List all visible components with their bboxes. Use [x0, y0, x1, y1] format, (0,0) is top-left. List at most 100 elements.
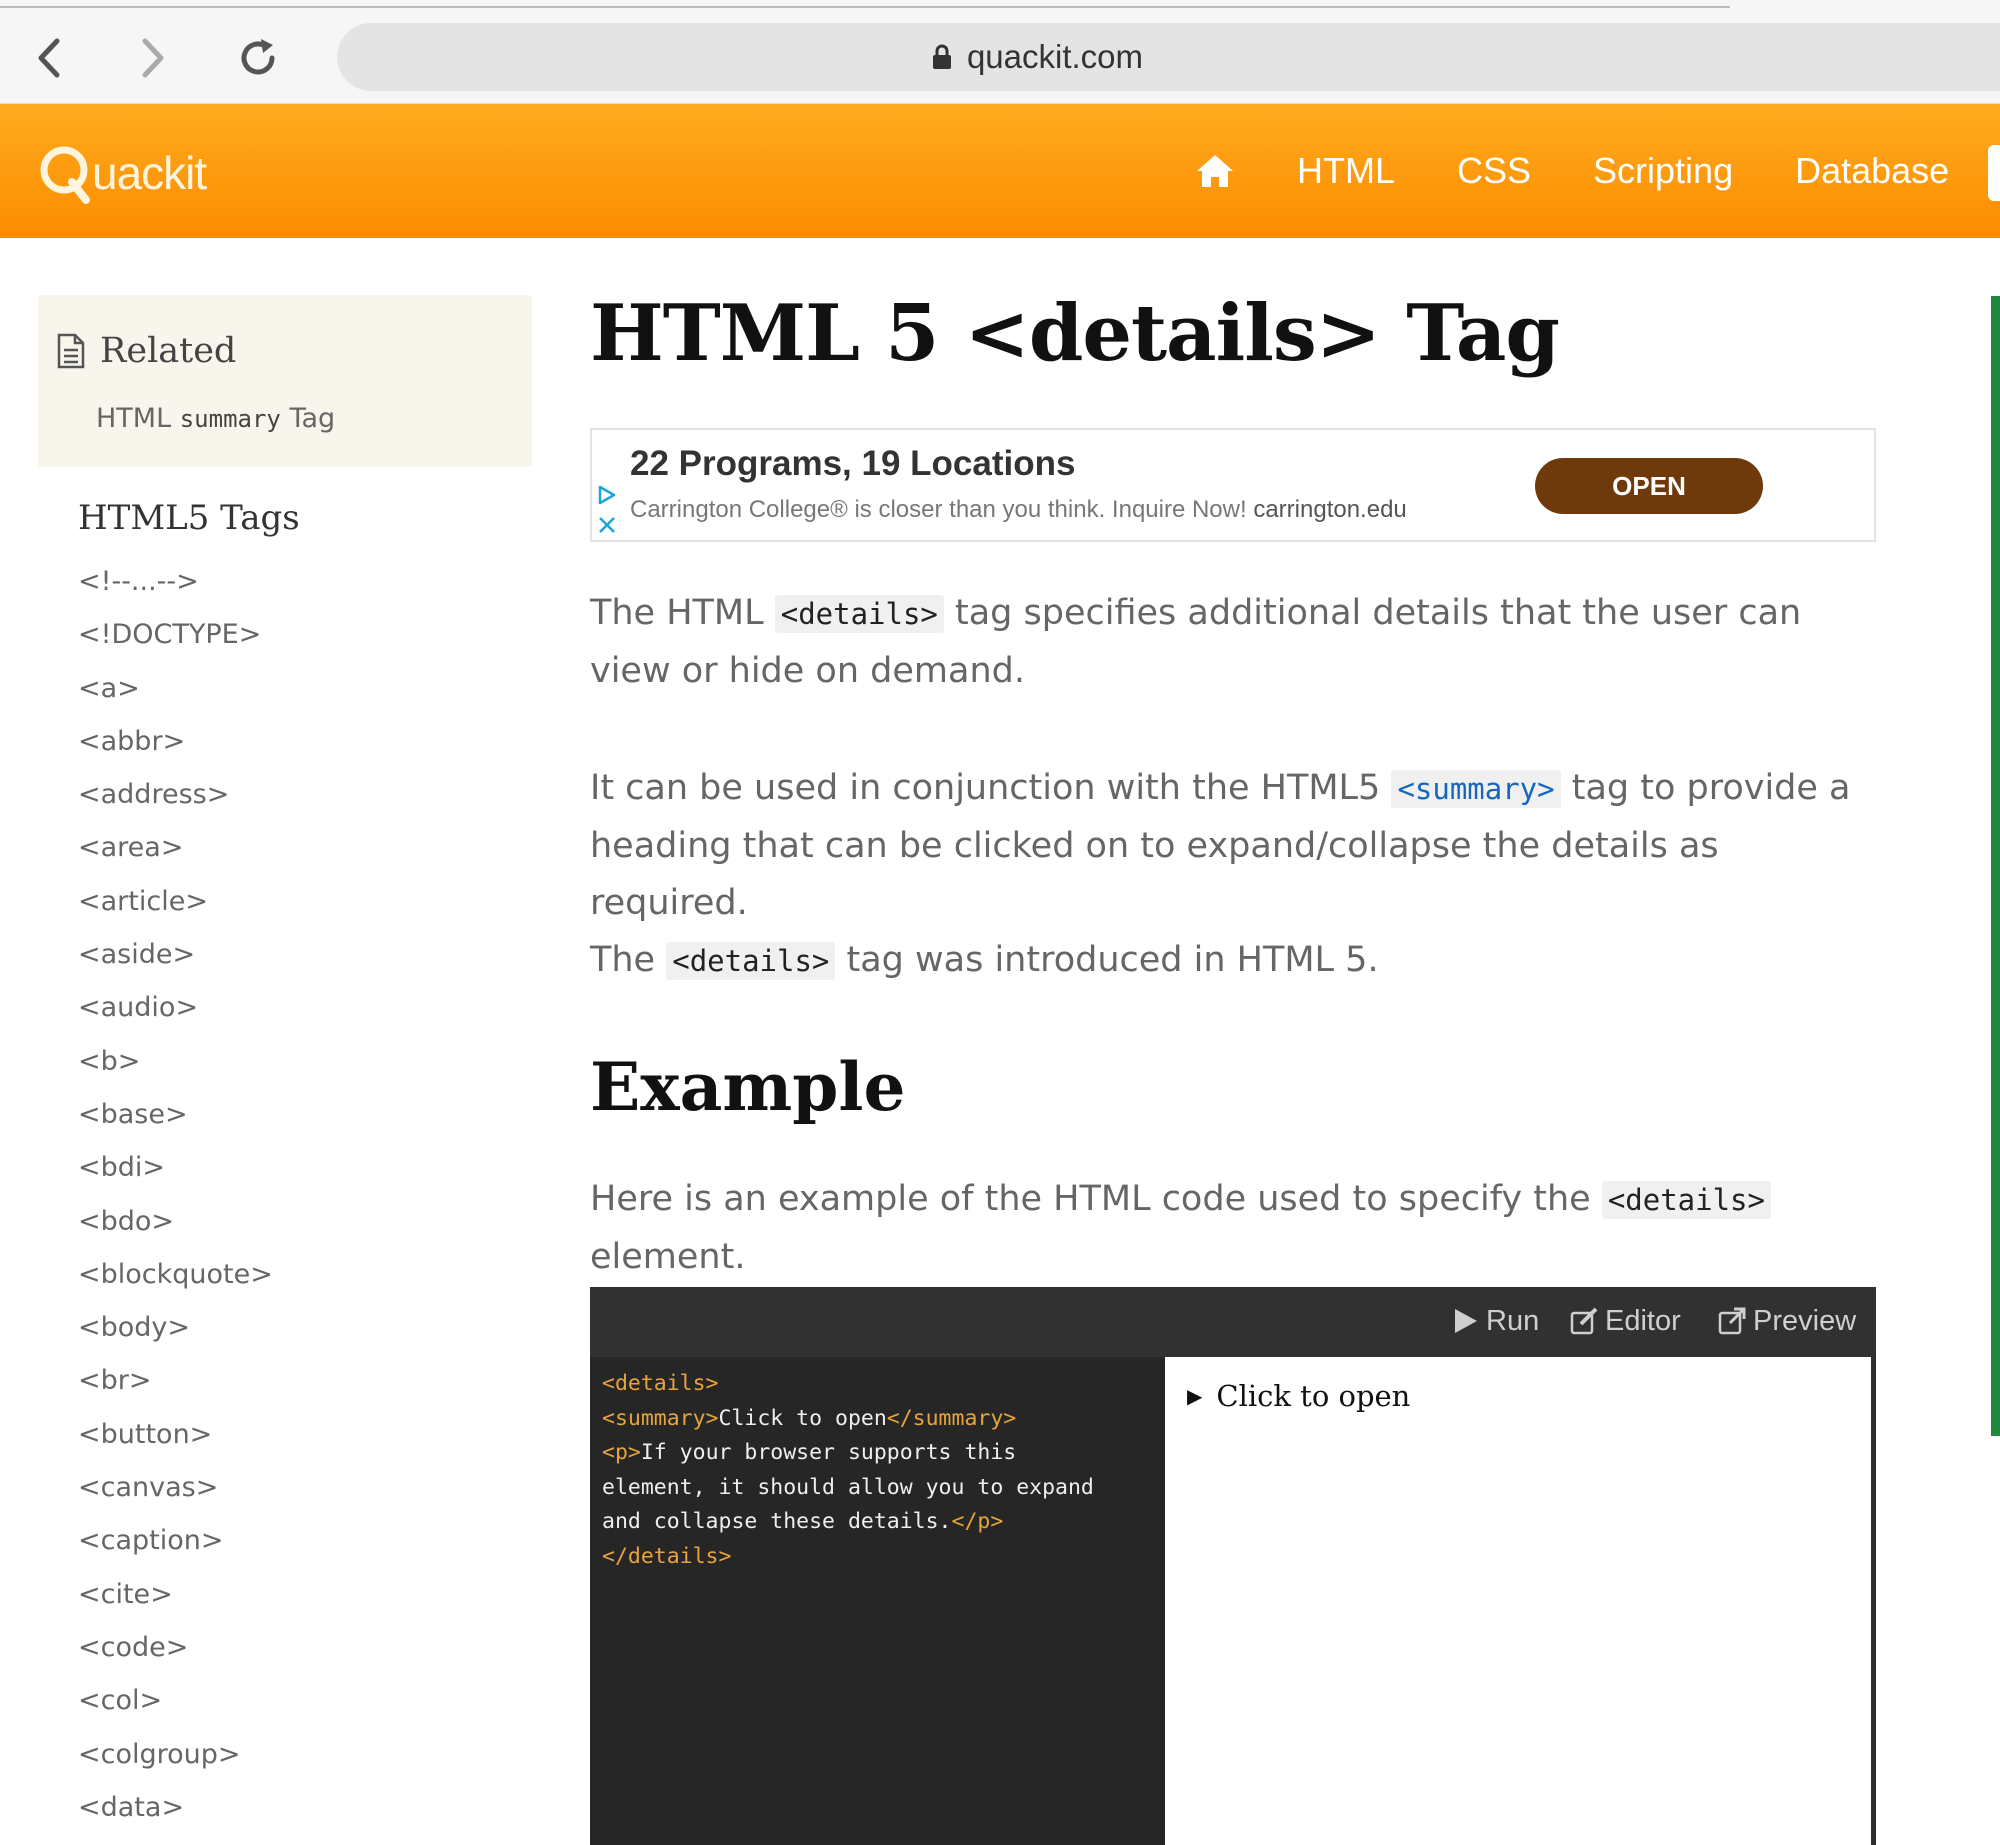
tag-link[interactable]: <br>: [78, 1359, 273, 1412]
related-box: Related HTML summary Tag: [38, 295, 532, 467]
reload-button[interactable]: [228, 28, 288, 88]
related-link-pre: HTML: [96, 403, 180, 434]
tag-link[interactable]: <body>: [78, 1306, 273, 1359]
run-button[interactable]: Run: [1450, 1301, 1539, 1341]
tag-link[interactable]: <address>: [78, 773, 273, 826]
text: element.: [590, 1237, 746, 1277]
play-icon: [1455, 1309, 1477, 1333]
chevron-right-icon: [142, 38, 164, 78]
inline-code: <details>: [774, 595, 944, 633]
close-icon[interactable]: [596, 514, 618, 536]
disclosure-triangle-icon: ▶: [1187, 1384, 1203, 1408]
example-heading: Example: [590, 1048, 906, 1126]
tag-link[interactable]: <canvas>: [78, 1466, 273, 1519]
tag-link[interactable]: <button>: [78, 1413, 273, 1466]
ad-choices-icon[interactable]: [596, 484, 618, 506]
code-example-widget: Run Editor Preview <details> <summary>Cl…: [590, 1287, 1876, 1845]
lock-icon: [932, 44, 951, 69]
ad-banner[interactable]: 22 Programs, 19 Locations Carrington Col…: [590, 428, 1876, 542]
code-tag: <details>: [602, 1371, 719, 1396]
html5-tags-list: <!--...--> <!DOCTYPE> <a> <abbr> <addres…: [78, 560, 273, 1839]
nav-css[interactable]: CSS: [1457, 150, 1531, 192]
reload-icon: [241, 39, 275, 75]
text: tag was introduced in HTML 5.: [835, 940, 1379, 980]
intro-paragraph: The HTML <details> tag specifies additio…: [590, 585, 1880, 700]
url-text: quackit.com: [966, 38, 1144, 75]
html5-tags-heading: HTML5 Tags: [78, 498, 300, 538]
tag-link[interactable]: <bdi>: [78, 1146, 273, 1199]
related-link-code: summary: [179, 405, 281, 433]
ad-description: Carrington College® is closer than you t…: [630, 496, 1254, 523]
code-editor[interactable]: <details> <summary>Click to open</summar…: [590, 1357, 1165, 1845]
inline-code: <details>: [666, 942, 836, 980]
tag-link[interactable]: <cite>: [78, 1573, 273, 1626]
code-tag: <summary>: [602, 1405, 719, 1431]
tag-link[interactable]: <blockquote>: [78, 1253, 273, 1306]
preview-button[interactable]: Preview: [1717, 1301, 1856, 1341]
quackit-q-icon: [40, 146, 90, 204]
back-button[interactable]: [20, 28, 80, 88]
introduced-paragraph: The <details> tag was introduced in HTML…: [590, 932, 1880, 990]
tag-link[interactable]: <area>: [78, 826, 273, 879]
home-icon[interactable]: [1195, 153, 1235, 189]
text: It can be used in conjunction with the H…: [590, 768, 1392, 808]
browser-toolbar: quackit.com: [0, 0, 2000, 104]
ad-text: Carrington College® is closer than you t…: [630, 496, 1407, 524]
tag-link[interactable]: <col>: [78, 1679, 273, 1732]
editor-toolbar: Run Editor Preview: [590, 1287, 1876, 1357]
code-text: Click to open: [718, 1405, 887, 1431]
tag-link[interactable]: <aside>: [78, 933, 273, 986]
chevron-left-icon: [38, 38, 60, 78]
document-icon: [57, 333, 85, 369]
nav-scripting[interactable]: Scripting: [1593, 150, 1733, 192]
tag-link[interactable]: <colgroup>: [78, 1733, 273, 1786]
tag-link[interactable]: <base>: [78, 1093, 273, 1146]
tag-link[interactable]: <caption>: [78, 1519, 273, 1572]
site-logo[interactable]: uackit: [38, 138, 207, 208]
text: The HTML: [590, 593, 775, 633]
tab-strip: [0, 0, 1730, 8]
tag-link[interactable]: <b>: [78, 1040, 273, 1093]
search-box[interactable]: [1988, 145, 2000, 201]
tag-link[interactable]: <article>: [78, 880, 273, 933]
text: Here is an example of the HTML code used…: [590, 1179, 1602, 1219]
editor-label: Editor: [1605, 1304, 1681, 1337]
code-tag: <p>: [602, 1440, 641, 1465]
text: The: [590, 940, 667, 980]
ad-title[interactable]: 22 Programs, 19 Locations: [630, 444, 1075, 484]
code-tag: </summary>: [886, 1405, 1017, 1431]
summary-link[interactable]: <summary>: [1391, 770, 1561, 808]
tag-link[interactable]: <code>: [78, 1626, 273, 1679]
nav-database[interactable]: Database: [1795, 150, 1949, 192]
top-navigation: HTML CSS Scripting Database: [1195, 140, 2000, 202]
related-title: Related: [100, 331, 237, 371]
tag-link[interactable]: <audio>: [78, 986, 273, 1039]
preview-label: Preview: [1753, 1304, 1857, 1337]
related-link-summary[interactable]: HTML summary Tag: [96, 403, 335, 434]
code-tag: </p>: [951, 1509, 1004, 1534]
address-bar[interactable]: quackit.com: [337, 23, 2000, 91]
forward-button[interactable]: [122, 28, 182, 88]
summary-text: Click to open: [1216, 1379, 1411, 1413]
code-text: and collapse these details.: [602, 1509, 952, 1534]
summary-paragraph: It can be used in conjunction with the H…: [590, 760, 1880, 932]
tag-link[interactable]: <a>: [78, 667, 273, 720]
code-tag: </details>: [602, 1543, 732, 1569]
page-title: HTML 5 <details> Tag: [590, 288, 1560, 379]
logo-text: uackit: [92, 147, 207, 199]
preview-pane: ▶ Click to open: [1165, 1357, 1871, 1845]
ad-domain: carrington.edu: [1253, 496, 1407, 523]
external-link-icon: [1718, 1307, 1746, 1335]
code-text: If your browser supports this: [640, 1440, 1017, 1465]
tag-link[interactable]: <!DOCTYPE>: [78, 613, 273, 666]
edit-icon: [1570, 1307, 1598, 1335]
editor-button[interactable]: Editor: [1569, 1301, 1681, 1341]
tag-link[interactable]: <bdo>: [78, 1200, 273, 1253]
nav-html[interactable]: HTML: [1297, 150, 1395, 192]
details-summary-toggle[interactable]: ▶ Click to open: [1187, 1379, 1410, 1413]
tag-link[interactable]: <data>: [78, 1786, 273, 1839]
example-paragraph: Here is an example of the HTML code used…: [590, 1171, 1880, 1286]
tag-link[interactable]: <!--...-->: [78, 560, 273, 613]
ad-open-button[interactable]: OPEN: [1535, 458, 1763, 514]
tag-link[interactable]: <abbr>: [78, 720, 273, 773]
